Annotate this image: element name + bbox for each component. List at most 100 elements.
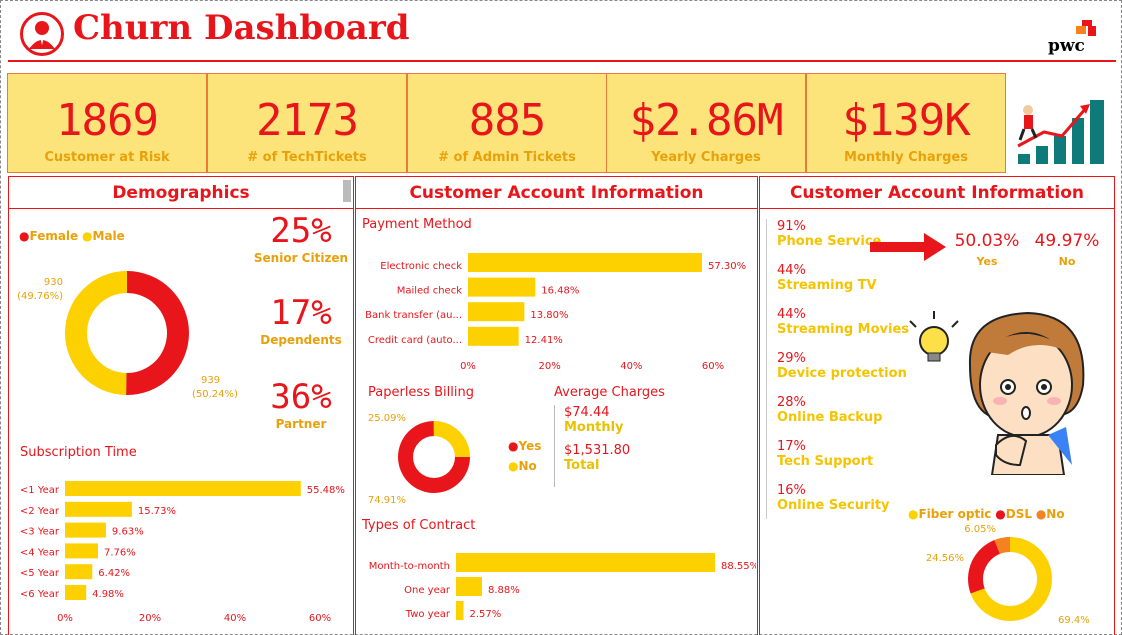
bar [456,553,715,572]
panel-scrollbar[interactable] [343,180,351,202]
slice-male-percent: (49.76%) [17,291,63,302]
slice-female [126,271,189,395]
x-tick-label: 0% [57,613,73,624]
bar-category-label: <6 Year [20,589,60,600]
x-tick-label: 40% [224,613,246,624]
kpi-label: # of Admin Tickets [438,150,576,165]
bar [65,585,87,600]
legend-male: Male [92,229,125,243]
kpi-value: 885 [468,95,546,146]
paperless-legend: ●Yes ●No [508,439,542,473]
bar [456,577,482,596]
bar-category-label: Two year [405,609,451,620]
subscription-title: Subscription Time [20,445,137,460]
bar-category-label: <5 Year [20,568,60,579]
phone-no-stat: 49.97% No [1032,231,1102,268]
phone-yes-pct: 50.03% [954,231,1020,251]
user-icon [20,12,64,56]
slice-dsl [968,539,1000,594]
kpi-card-admin-tickets: 885 # of Admin Tickets [407,73,607,173]
service-percent: 16% [777,483,806,498]
service-percent: 44% [777,263,806,278]
bar-data-label: 57.30% [708,261,746,272]
x-tick-label: 20% [539,361,561,372]
pwc-logo-text: pwc [1048,36,1085,56]
internet-legend: ●Fiber optic ●DSL ●No [908,507,1065,521]
demographics-panel: Demographics ●Female ●Male 939 (50.24%) 93… [8,176,354,635]
slice-yes-label: 74.91% [368,495,406,506]
x-tick-label: 0% [460,361,476,372]
account-info-title: Customer Account Information [356,177,757,209]
x-tick-label: 20% [139,613,161,624]
phone-yes-label: Yes [976,255,998,268]
average-charges-title: Average Charges [554,385,665,400]
kpi-label: # of TechTickets [247,150,367,165]
slice-female-value: 939 [201,375,220,386]
slice-no-label: 25.09% [368,413,406,424]
service-item: 28% Online Backup [777,395,909,439]
kpi-card-tech-tickets: 2173 # of TechTickets [207,73,407,173]
service-percent: 28% [777,395,806,410]
avg-monthly-value: $74.44 [564,405,610,420]
bar-data-label: 13.80% [530,310,568,321]
bar [65,522,106,538]
service-name: Streaming Movies [777,322,910,337]
legend-fiber-optic: Fiber optic [918,507,992,521]
stat-label: Partner [275,417,327,431]
bar-category-label: Bank transfer (au... [365,310,462,321]
legend-dsl: DSL [1005,507,1032,521]
demographics-title: Demographics [9,177,353,209]
stat-value: 17% [270,293,332,333]
bar-data-label: 12.41% [525,335,563,346]
kpi-card-customer-at-risk: 1869 Customer at Risk [7,73,207,173]
bar [468,253,702,272]
bar-data-label: 88.55% [721,561,756,572]
stat-value: 36% [270,377,332,417]
bar-data-label: 6.42% [98,568,130,579]
service-item: 29% Device protection [777,351,909,395]
payment-method-title: Payment Method [362,217,472,232]
partner-stat: 36% Partner [249,377,353,431]
service-name: Online Security [777,498,890,513]
services-panel: Customer Account Information 91% Phone Se… [759,176,1115,635]
x-tick-label: 40% [620,361,642,372]
bar [468,277,536,297]
bar-data-label: 7.76% [104,547,136,558]
slice-female-percent: (50.24%) [192,389,238,400]
payment-method-bar-chart: Electronic check 57.30% Mailed check 16.48%… [365,253,746,372]
kpi-value: 1869 [56,95,159,146]
bar [456,601,464,620]
slice-fiber-label: 69.4% [1058,615,1090,626]
bar [65,481,301,496]
paperless-title: Paperless Billing [368,385,474,400]
bar-data-label: 55.48% [307,485,345,496]
service-name: Online Backup [777,410,883,425]
service-item: 44% Streaming TV [777,263,909,307]
bar [65,543,98,559]
senior-citizen-stat: 25% Senior Citizen [249,211,353,265]
bar-category-label: Electronic check [380,261,462,272]
slice-male-value: 930 [44,277,63,288]
bar-category-label: <3 Year [20,527,60,538]
bar-data-label: 4.98% [92,589,124,600]
bar-data-label: 8.88% [488,585,520,596]
bar-category-label: <4 Year [20,547,60,558]
bar-data-label: 2.57% [470,609,502,620]
legend-female: Female [29,229,79,243]
service-name: Streaming TV [777,278,877,293]
kpi-label: Customer at Risk [44,150,170,165]
phone-no-label: No [1058,255,1076,268]
service-name: Tech Support [777,454,874,469]
kpi-card-yearly-charges: $2.86M Yearly Charges [606,73,806,173]
header-divider [8,60,1116,62]
bar [468,326,519,346]
arrow-right-icon [870,233,946,265]
pwc-logo: pwc [1048,20,1104,56]
bar-category-label: Month-to-month [369,561,450,572]
legend-yes: Yes [518,439,542,453]
bar-category-label: <1 Year [20,485,60,496]
gender-legend: ●Female ●Male [19,229,125,243]
kpi-label: Monthly Charges [844,150,968,165]
bar-category-label: Mailed check [397,286,462,297]
bar-category-label: Credit card (auto... [368,335,462,346]
